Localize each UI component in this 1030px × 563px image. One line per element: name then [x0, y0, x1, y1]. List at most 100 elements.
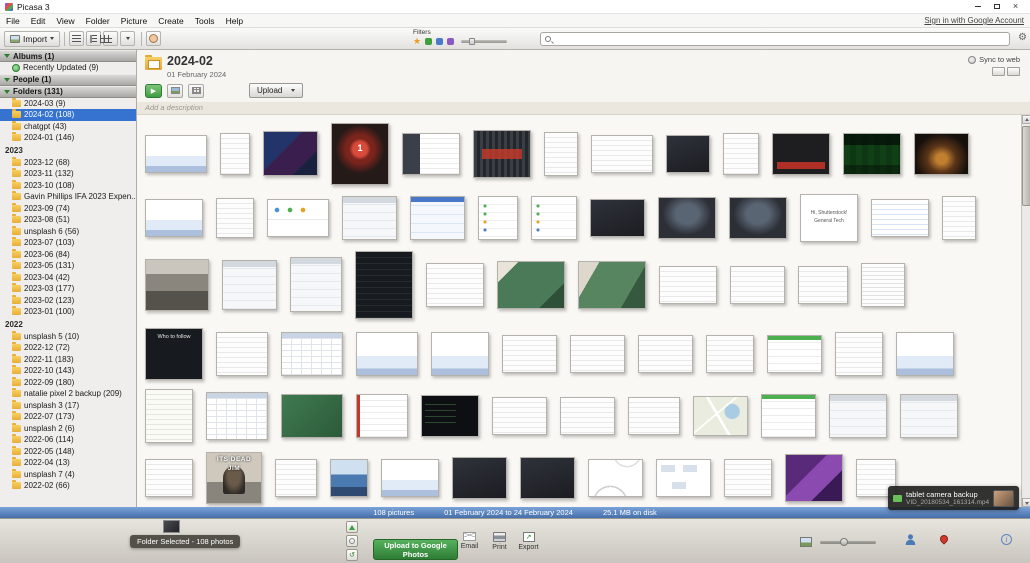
small-thumbs-toggle[interactable]	[992, 67, 1005, 76]
zoom-handle[interactable]	[840, 538, 848, 546]
folder-item[interactable]: Gavin Phillips IFA 2023 Expen..	[0, 191, 136, 203]
camera-backup-popup[interactable]: tablet camera backup VID_20180534_161314…	[888, 486, 1019, 510]
rotate-button[interactable]: ↺	[346, 549, 358, 561]
photo-thumbnail[interactable]	[421, 395, 479, 437]
folder-item[interactable]: unsplash 3 (17)	[0, 400, 136, 412]
minimize-button[interactable]	[968, 1, 987, 13]
photo-thumbnail[interactable]: 1	[331, 123, 389, 185]
photo-thumbnail[interactable]	[724, 459, 772, 497]
menu-view[interactable]: View	[56, 16, 74, 26]
albums-section-header[interactable]: Albums (1)	[0, 50, 136, 62]
upload-to-google-photos-button[interactable]: Upload to Google Photos	[373, 539, 458, 560]
view-options-dropdown[interactable]	[120, 31, 135, 46]
photo-thumbnail[interactable]	[730, 266, 785, 304]
timeline-button[interactable]	[167, 84, 183, 98]
photo-thumbnail[interactable]	[871, 199, 929, 237]
photo-thumbnail[interactable]	[356, 332, 418, 376]
photo-thumbnail[interactable]	[829, 394, 887, 438]
photo-thumbnail[interactable]	[497, 261, 565, 309]
photo-thumbnail[interactable]	[290, 257, 342, 312]
photo-thumbnail[interactable]	[588, 459, 643, 497]
menu-picture[interactable]: Picture	[121, 16, 147, 26]
photo-thumbnail[interactable]	[355, 251, 413, 319]
folder-item[interactable]: 2022-10 (143)	[0, 365, 136, 377]
sign-in-link[interactable]: Sign in with Google Account	[924, 16, 1024, 25]
folder-item[interactable]: 2022-11 (183)	[0, 354, 136, 366]
photo-thumbnail[interactable]	[356, 394, 408, 438]
photo-thumbnail[interactable]	[638, 335, 693, 373]
photo-thumbnail[interactable]	[381, 459, 439, 497]
photo-thumbnail[interactable]	[531, 196, 577, 240]
photo-thumbnail[interactable]: Who to follow	[145, 328, 203, 380]
photo-thumbnail[interactable]	[666, 135, 710, 173]
folder-item[interactable]: 2023-02 (123)	[0, 295, 136, 307]
photo-thumbnail[interactable]	[761, 394, 816, 438]
photo-thumbnail[interactable]	[431, 332, 489, 376]
folder-item[interactable]: unsplash 5 (10)	[0, 331, 136, 343]
album-recently-updated[interactable]: Recently Updated (9)	[0, 62, 136, 74]
menu-tools[interactable]: Tools	[195, 16, 215, 26]
photo-thumbnail[interactable]	[220, 133, 250, 175]
photo-thumbnail[interactable]	[473, 130, 531, 178]
photo-thumbnail[interactable]	[942, 196, 976, 240]
export-button[interactable]: ↗ Export	[515, 532, 542, 551]
date-range-slider[interactable]	[461, 40, 507, 43]
photo-thumbnail[interactable]	[216, 332, 268, 376]
photo-thumbnail[interactable]	[843, 133, 901, 175]
folder-item[interactable]: 2022-12 (72)	[0, 342, 136, 354]
clear-button[interactable]	[346, 535, 358, 547]
photo-thumbnail[interactable]	[145, 199, 203, 237]
vertical-scrollbar[interactable]	[1021, 115, 1030, 508]
folder-item[interactable]: 2022-06 (114)	[0, 434, 136, 446]
people-section-header[interactable]: People (1)	[0, 74, 136, 86]
photo-thumbnail[interactable]	[145, 259, 209, 311]
photo-thumbnail[interactable]	[330, 459, 368, 497]
photo-thumbnail[interactable]	[502, 335, 557, 373]
folder-item[interactable]: unsplash 2 (6)	[0, 423, 136, 435]
folder-item[interactable]: 2023-07 (103)	[0, 237, 136, 249]
photo-thumbnail[interactable]	[222, 260, 277, 310]
folder-item[interactable]: 2024-01 (146)	[0, 132, 136, 144]
photo-thumbnail[interactable]	[145, 459, 193, 497]
photo-thumbnail[interactable]	[914, 133, 969, 175]
photo-thumbnail[interactable]	[658, 197, 716, 239]
photo-thumbnail[interactable]	[410, 196, 465, 240]
print-button[interactable]: Print	[486, 532, 513, 551]
photo-thumbnail[interactable]	[772, 133, 830, 175]
photo-thumbnail[interactable]	[835, 332, 883, 376]
slideshow-button[interactable]: ▶	[145, 84, 162, 98]
photo-thumbnail[interactable]	[628, 397, 680, 435]
photo-thumbnail[interactable]	[281, 394, 343, 438]
photo-thumbnail[interactable]	[591, 135, 653, 173]
maximize-button[interactable]	[987, 1, 1006, 13]
folder-item[interactable]: 2023-12 (68)	[0, 157, 136, 169]
folder-item[interactable]: 2024-03 (9)	[0, 98, 136, 110]
photo-thumbnail[interactable]	[659, 266, 717, 304]
search-input[interactable]	[554, 34, 1005, 44]
folder-item[interactable]: unsplash 6 (56)	[0, 226, 136, 238]
folder-item[interactable]: 2022-02 (66)	[0, 480, 136, 492]
photo-thumbnail[interactable]	[544, 132, 578, 176]
photo-thumbnail[interactable]	[570, 335, 625, 373]
photo-thumbnail[interactable]	[492, 397, 547, 435]
video-filter-icon[interactable]	[436, 38, 443, 45]
large-thumbs-toggle[interactable]	[1007, 67, 1020, 76]
folder-item[interactable]: 2023-11 (132)	[0, 168, 136, 180]
folder-item[interactable]: 2023-09 (74)	[0, 203, 136, 215]
folder-item[interactable]: 2023-06 (84)	[0, 249, 136, 261]
description-bar[interactable]: Add a description	[137, 101, 1030, 115]
slider-handle[interactable]	[469, 38, 475, 45]
folders-section-header[interactable]: Folders (131)	[0, 86, 136, 98]
menu-folder[interactable]: Folder	[86, 16, 110, 26]
photo-thumbnail[interactable]: ITS DEAD JIM	[206, 452, 262, 504]
photo-thumbnail[interactable]	[402, 133, 460, 175]
folder-item[interactable]: 2023-04 (42)	[0, 272, 136, 284]
photo-thumbnail[interactable]	[767, 335, 822, 373]
menu-create[interactable]: Create	[158, 16, 184, 26]
photo-thumbnail[interactable]	[478, 196, 518, 240]
folder-item[interactable]: 2023-05 (131)	[0, 260, 136, 272]
photo-thumbnail[interactable]	[145, 135, 207, 173]
photo-thumbnail[interactable]	[656, 459, 711, 497]
photo-thumbnail[interactable]	[785, 454, 843, 502]
starred-filter-icon[interactable]: ★	[413, 37, 421, 45]
